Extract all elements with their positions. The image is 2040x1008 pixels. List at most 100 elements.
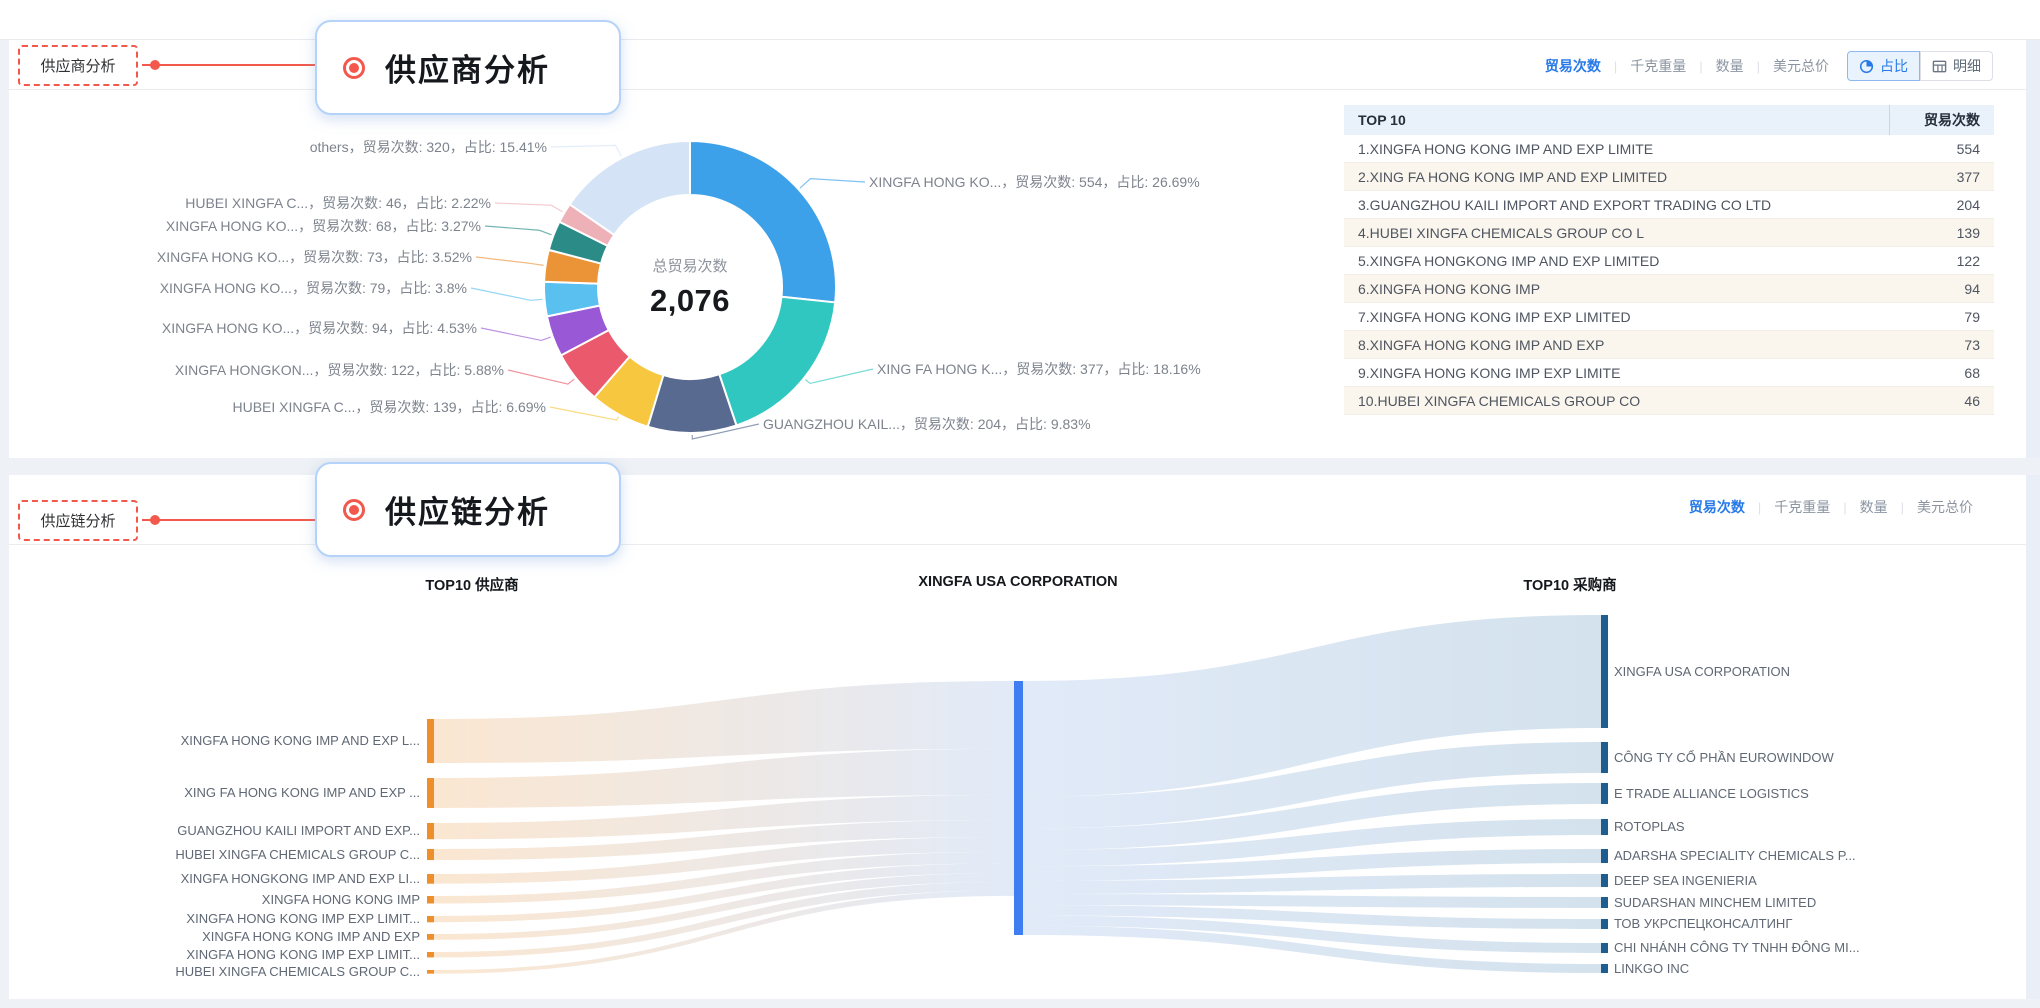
metric-link[interactable]: 贸易次数 [1689, 497, 1745, 517]
sankey-label-buyer: LINKGO INC [1614, 961, 1689, 977]
sankey-node-buyer[interactable] [1601, 819, 1608, 835]
sankey-node-supplier[interactable] [427, 719, 434, 763]
metric-link[interactable]: 贸易次数 [1545, 56, 1601, 76]
sankey-node-buyer[interactable] [1601, 849, 1608, 863]
chain-callout: 供应链分析 [315, 462, 621, 557]
sankey-node-supplier[interactable] [427, 874, 434, 884]
sankey-label-supplier: XINGFA HONG KONG IMP AND EXP [202, 929, 420, 945]
metric-link[interactable]: 千克重量 [1630, 56, 1686, 76]
sankey-node-buyer[interactable] [1601, 919, 1608, 929]
sankey-node-supplier[interactable] [427, 952, 434, 957]
table-cell-value: 94 [1889, 275, 1994, 303]
table-row: 1.XINGFA HONG KONG IMP AND EXP LIMITE554 [1344, 135, 1994, 163]
metric-link[interactable]: 千克重量 [1774, 497, 1830, 517]
sankey-node-supplier[interactable] [427, 823, 434, 839]
pie-label: HUBEI XINGFA C...，贸易次数: 139，占比: 6.69% [232, 398, 546, 416]
sankey-label-supplier: XINGFA HONG KONG IMP AND EXP L... [181, 733, 420, 749]
table-row: 9.XINGFA HONG KONG IMP EXP LIMITE68 [1344, 359, 1994, 387]
table-cell-company: 3.GUANGZHOU KAILI IMPORT AND EXPORT TRAD… [1344, 191, 1889, 219]
metric-link[interactable]: 数量 [1860, 497, 1888, 517]
sankey-label-buyer: E TRADE ALLIANCE LOGISTICS [1614, 786, 1809, 802]
donut-total-value: 2,076 [650, 283, 730, 319]
table-cell-value: 73 [1889, 331, 1994, 359]
sankey-node-buyer[interactable] [1601, 742, 1608, 773]
table-cell-value: 377 [1889, 163, 1994, 191]
detail-view-button[interactable]: 明细 [1920, 51, 1993, 81]
sankey-label-supplier: XINGFA HONG KONG IMP EXP LIMIT... [186, 947, 420, 963]
left-gutter [0, 40, 9, 1008]
sankey-label-buyer: ROTOPLAS [1614, 819, 1685, 835]
sankey-label-supplier: XINGFA HONGKONG IMP AND EXP LI... [181, 871, 420, 887]
sankey-node-buyer[interactable] [1601, 615, 1608, 728]
table-icon [1932, 59, 1947, 74]
sankey-node-buyer[interactable] [1601, 897, 1608, 908]
table-row: 4.HUBEI XINGFA CHEMICALS GROUP CO L139 [1344, 219, 1994, 247]
sankey-node-supplier[interactable] [427, 896, 434, 903]
supplier-toolbar: 贸易次数|千克重量|数量|美元总价占比明细 [1545, 51, 1993, 81]
sankey-node-supplier[interactable] [427, 916, 434, 922]
sankey-node-supplier[interactable] [427, 970, 434, 974]
chain-header-divider [9, 544, 2026, 545]
sankey-label-buyer: DEEP SEA INGENIERIA [1614, 873, 1757, 889]
metric-link[interactable]: 美元总价 [1917, 497, 1973, 517]
metric-link[interactable]: 美元总价 [1773, 56, 1829, 76]
sankey-label-supplier: XING FA HONG KONG IMP AND EXP ... [184, 785, 420, 801]
toolbar-separator: | [1901, 500, 1904, 515]
sankey-node-supplier[interactable] [427, 934, 434, 940]
pie-label-line [805, 369, 873, 383]
toolbar-separator: | [1699, 59, 1702, 74]
sankey-node-buyer[interactable] [1601, 874, 1608, 887]
bottom-separator [0, 999, 2040, 1008]
table-cell-value: 204 [1889, 191, 1994, 219]
pie-label-line [485, 226, 551, 235]
toolbar-separator: | [1757, 59, 1760, 74]
donut-total-label: 总贸易次数 [650, 255, 730, 276]
table-cell-value: 139 [1889, 219, 1994, 247]
table-row: 8.XINGFA HONG KONG IMP AND EXP73 [1344, 331, 1994, 359]
sankey-label-supplier: XINGFA HONG KONG IMP EXP LIMIT... [186, 911, 420, 927]
table-cell-company: 5.XINGFA HONGKONG IMP AND EXP LIMITED [1344, 247, 1889, 275]
chain-toolbar: 贸易次数|千克重量|数量|美元总价 [1689, 497, 1973, 517]
sankey-label-buyer: ТОВ УКРСПЕЦКОНСАЛТИНГ [1614, 916, 1792, 932]
sankey-label-buyer: CHI NHÁNH CÔNG TY TNHH ĐÔNG MI... [1614, 940, 1860, 956]
connector-dot [150, 515, 160, 525]
sankey-node-supplier[interactable] [427, 849, 434, 860]
supplier-header-divider [9, 89, 2026, 90]
top10-table: TOP 10 贸易次数 1.XINGFA HONG KONG IMP AND E… [1344, 105, 1994, 415]
trade-analysis-dashboard: 供应商分析 供应商分析 贸易次数|千克重量|数量|美元总价占比明细 XINGFA… [0, 0, 2040, 1008]
table-cell-company: 1.XINGFA HONG KONG IMP AND EXP LIMITE [1344, 135, 1889, 163]
pie-label-line [508, 370, 574, 384]
pie-label: GUANGZHOU KAIL...，贸易次数: 204，占比: 9.83% [763, 415, 1091, 433]
chain-callout-title: 供应链分析 [385, 487, 550, 532]
sankey-column-center: XINGFA USA CORPORATION [918, 574, 1117, 590]
metric-link[interactable]: 数量 [1716, 56, 1744, 76]
pie-label-line [476, 257, 544, 265]
toggle-button-label: 明细 [1953, 56, 1981, 76]
pie-chart-icon [1859, 59, 1874, 74]
pie-label-line [471, 288, 543, 300]
sankey-column-buyers: TOP10 采购商 [1523, 574, 1616, 595]
table-row: 3.GUANGZHOU KAILI IMPORT AND EXPORT TRAD… [1344, 191, 1994, 219]
table-row: 6.XINGFA HONG KONG IMP94 [1344, 275, 1994, 303]
sankey-node-supplier[interactable] [427, 778, 434, 808]
toolbar-separator: | [1843, 500, 1846, 515]
sankey-label-supplier: HUBEI XINGFA CHEMICALS GROUP C... [175, 964, 420, 980]
table-cell-value: 46 [1889, 387, 1994, 415]
table-cell-company: 10.HUBEI XINGFA CHEMICALS GROUP CO [1344, 387, 1889, 415]
sankey-node-center[interactable] [1014, 681, 1023, 935]
ratio-view-button[interactable]: 占比 [1847, 51, 1920, 81]
sankey-node-buyer[interactable] [1601, 964, 1608, 973]
pie-label: XINGFA HONG KO...，贸易次数: 79，占比: 3.8% [160, 279, 467, 297]
table-cell-company: 6.XINGFA HONG KONG IMP [1344, 275, 1889, 303]
table-cell-company: 8.XINGFA HONG KONG IMP AND EXP [1344, 331, 1889, 359]
pie-label: XINGFA HONG KO...，贸易次数: 554，占比: 26.69% [869, 173, 1200, 191]
table-row: 10.HUBEI XINGFA CHEMICALS GROUP CO46 [1344, 387, 1994, 415]
pie-slice[interactable] [719, 297, 835, 426]
right-scrollbar-track[interactable] [2026, 40, 2040, 1008]
sankey-node-buyer[interactable] [1601, 943, 1608, 953]
table-row: 5.XINGFA HONGKONG IMP AND EXP LIMITED122 [1344, 247, 1994, 275]
sankey-node-buyer[interactable] [1601, 783, 1608, 804]
pie-label-line [800, 179, 865, 188]
table-cell-company: 2.XING FA HONG KONG IMP AND EXP LIMITED [1344, 163, 1889, 191]
section-separator [0, 458, 2040, 475]
